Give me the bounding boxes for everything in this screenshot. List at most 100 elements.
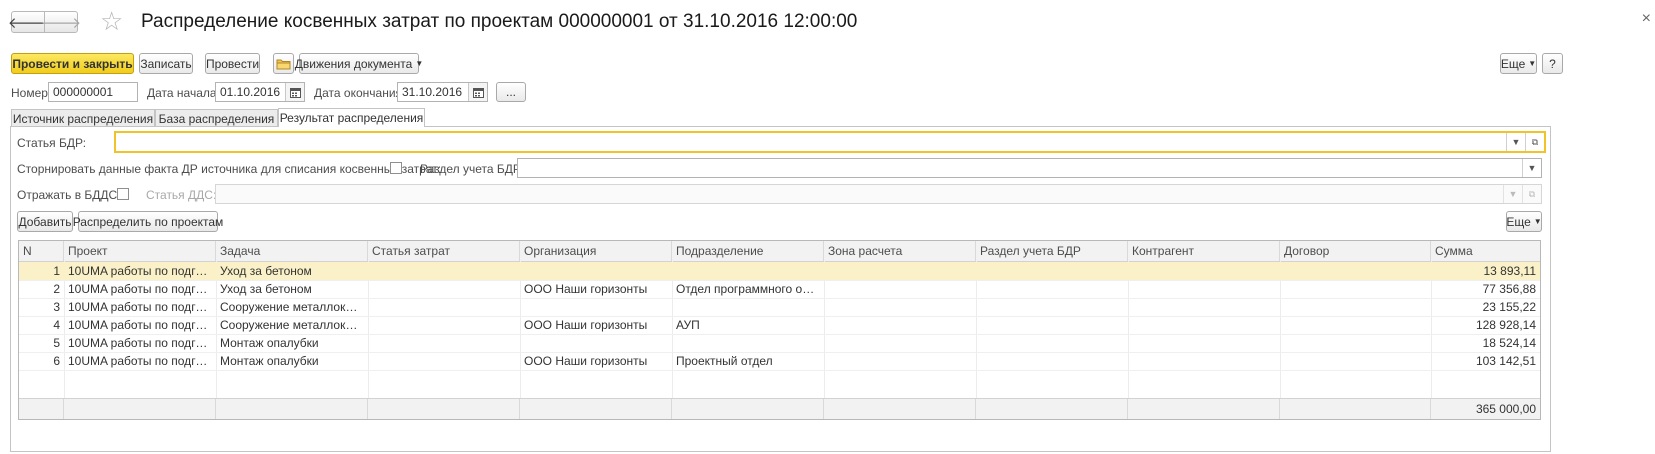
cell-organization [520,298,672,316]
number-field[interactable]: 000000001 [48,82,138,102]
more-label: Еще [1500,56,1526,71]
chevron-down-icon: ▼ [1528,59,1537,68]
table-row[interactable]: 1 10UMA работы по подготов... Уход за бето… [19,262,1540,281]
cell-department: АУП [676,318,700,332]
column-header-zone[interactable]: Зона расчета [824,241,976,261]
cell-sum: 128 928,14 [1475,318,1536,332]
cell-contract [1280,298,1431,316]
cell-organization [520,262,672,280]
column-header-organization[interactable]: Организация [520,241,672,261]
table-more-button[interactable]: Еще ▼ [1506,211,1542,232]
cell-project: 10UMA работы по подготов... [68,336,216,350]
cell-sum: 77 356,88 [1482,282,1536,296]
column-header-task[interactable]: Задача [216,241,368,261]
cell-sum: 23 155,22 [1482,300,1536,314]
cell-task: Монтаж опалубки [220,354,319,368]
distribute-label: Распределить по проектам [72,214,224,229]
dropdown-icon[interactable]: ▼ [1506,133,1525,151]
cell-bdr-section [976,352,1128,370]
cell-task: Сооружение металлоконст... [220,318,368,332]
start-date-field[interactable]: 01.10.2016 [215,82,305,102]
open-form-icon: ⧉ [1522,185,1541,203]
cell-project: 10UMA работы по подготов... [68,264,216,278]
cell-n: 5 [53,336,60,350]
calendar-icon[interactable] [285,83,304,101]
end-date-value: 31.10.2016 [402,85,463,99]
bdr-item-field[interactable]: ▼ ⧉ [114,131,1546,153]
dds-item-label: Статья ДДС: [146,188,217,202]
column-header-contract[interactable]: Договор [1280,241,1431,261]
table-footer: 365 000,00 [19,398,1540,419]
tab-allocation-base[interactable]: База распределения [155,109,278,127]
tab-allocation-result[interactable]: Результат распределения [278,108,425,127]
close-icon[interactable]: × [1642,10,1651,28]
cell-organization: ООО Наши горизонты [524,354,648,368]
cell-zone [824,316,976,334]
post-and-close-button[interactable]: Провести и закрыть [11,53,134,74]
cell-sum: 18 524,14 [1482,336,1536,350]
cell-n: 3 [53,300,60,314]
tab-allocation-source[interactable]: Источник распределения [11,109,155,127]
cell-zone [824,262,976,280]
cell-zone [824,352,976,370]
cell-bdr-section [976,316,1128,334]
end-date-field[interactable]: 31.10.2016 [397,82,488,102]
cell-task: Монтаж опалубки [220,336,319,350]
number-label: Номер: [11,86,52,100]
cell-organization: ООО Наши горизонты [524,282,648,296]
cell-counterparty [1128,262,1280,280]
forward-button[interactable]: 🡒 [41,11,81,33]
cell-project: 10UMA работы по подготов... [68,354,216,368]
cell-project: 10UMA работы по подготов... [68,300,216,314]
help-button[interactable]: ? [1542,53,1563,74]
column-header-cost-item[interactable]: Статья затрат [368,241,520,261]
window-title: Распределение косвенных затрат по проект… [141,11,858,32]
save-label: Записать [140,56,192,71]
table-row[interactable]: 5 10UMA работы по подготов... Монтаж опалу… [19,334,1540,353]
bdr-section-field[interactable]: ▼ [517,158,1542,178]
distribute-button[interactable]: Распределить по проектам [73,211,223,232]
table-header: N Проект Задача Статья затрат Организаци… [19,241,1540,262]
cell-bdr-section [976,334,1128,352]
favorite-star-icon[interactable]: ☆ [100,6,123,36]
column-header-bdr-section[interactable]: Раздел учета БДР [976,241,1128,261]
more-button[interactable]: Еще ▼ [1500,53,1537,74]
cell-contract [1280,334,1431,352]
column-header-project[interactable]: Проект [64,241,216,261]
open-form-icon[interactable]: ⧉ [1525,133,1544,151]
cell-bdr-section [976,298,1128,316]
add-button[interactable]: Добавить [17,211,73,232]
folder-button[interactable] [273,53,294,74]
table-row[interactable]: 2 10UMA работы по подготов... Уход за бето… [19,280,1540,299]
cell-task: Сооружение металлоконст... [220,300,368,314]
calendar-icon[interactable] [468,83,487,101]
cell-counterparty [1128,352,1280,370]
column-header-department[interactable]: Подразделение [672,241,824,261]
tab-label: Источник распределения [12,111,154,126]
period-select-button[interactable]: ... [496,82,526,102]
cell-zone [824,298,976,316]
save-button[interactable]: Записать [139,53,193,74]
table-row[interactable]: 6 10UMA работы по подготов... Монтаж опалу… [19,352,1540,371]
dds-item-field: ▼ ⧉ [215,184,1542,204]
results-table[interactable]: N Проект Задача Статья затрат Организаци… [18,240,1541,420]
cell-n: 2 [53,282,60,296]
document-movements-button[interactable]: Движения документа ▼ [295,53,423,74]
bdds-checkbox[interactable] [117,188,129,200]
column-header-n[interactable]: N [19,241,64,261]
table-row[interactable]: 3 10UMA работы по подготов... Сооружение м… [19,298,1540,317]
cell-sum: 103 142,51 [1475,354,1536,368]
dropdown-icon[interactable]: ▼ [1522,159,1541,177]
column-header-sum[interactable]: Сумма [1431,241,1540,261]
back-button[interactable]: 🡐 [8,11,48,33]
storno-checkbox[interactable] [390,162,402,174]
cell-bdr-section [976,262,1128,280]
column-header-counterparty[interactable]: Контрагент [1128,241,1280,261]
cell-department [672,334,824,352]
post-button[interactable]: Провести [205,53,260,74]
cell-task: Уход за бетоном [220,264,312,278]
cell-bdr-section [976,280,1128,298]
cell-project: 10UMA работы по подготов... [68,282,216,296]
table-row[interactable]: 4 10UMA работы по подготов... Сооружение м… [19,316,1540,335]
start-date-value: 01.10.2016 [220,85,281,99]
